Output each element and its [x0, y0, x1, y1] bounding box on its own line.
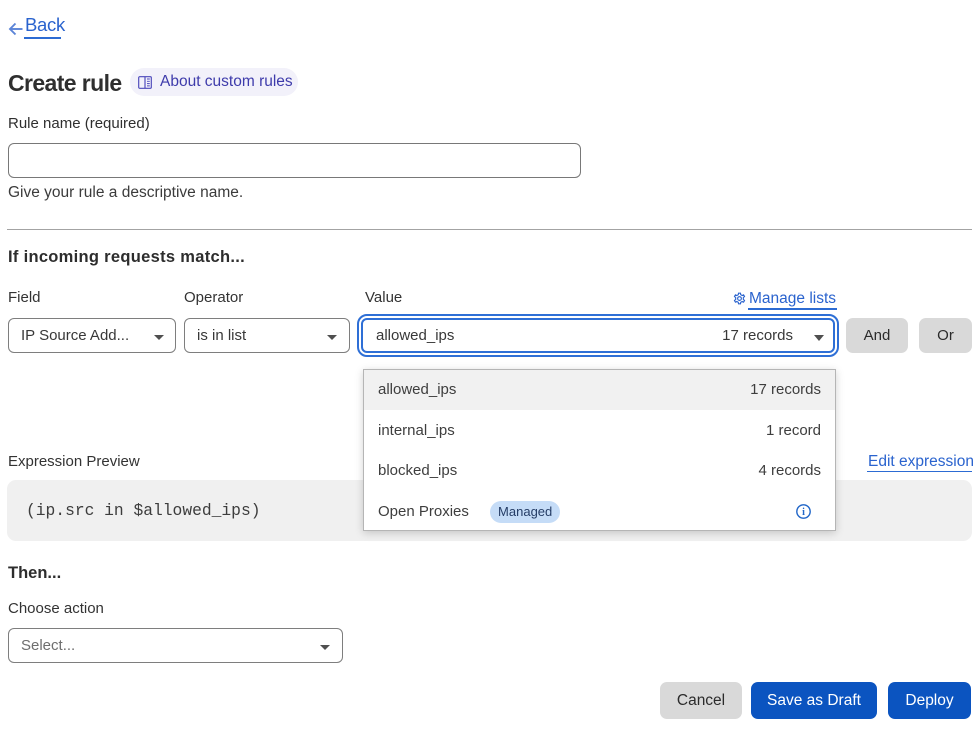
svg-text:i: i — [802, 507, 805, 518]
